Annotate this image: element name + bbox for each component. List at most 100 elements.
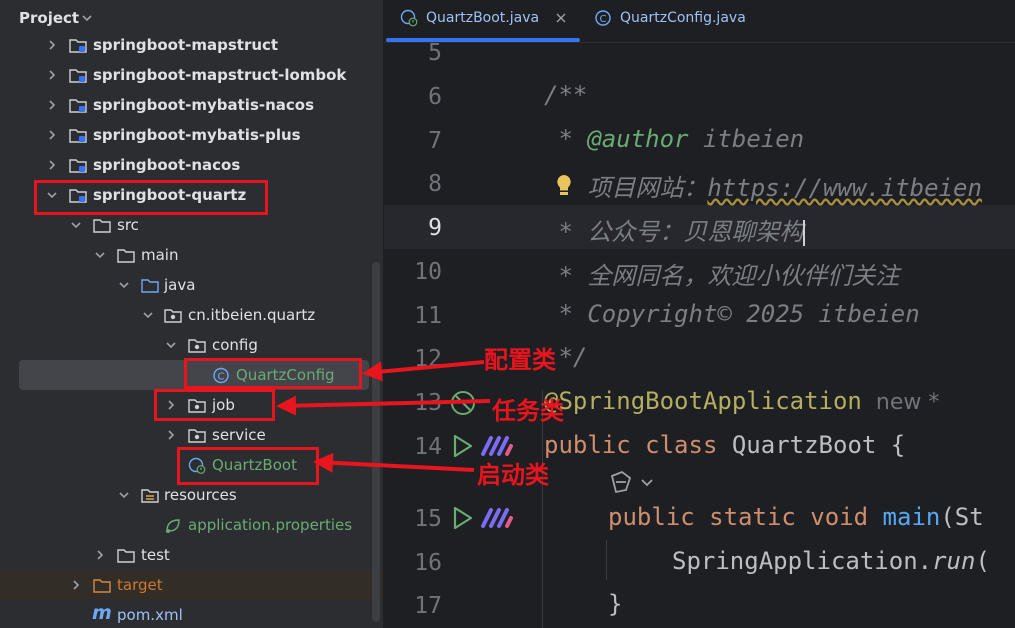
code-line-15[interactable]: public static void main(St — [608, 503, 984, 531]
class-ref: SpringApplication. — [672, 547, 933, 575]
line-number: 17 — [414, 593, 442, 619]
comment-star: * — [544, 262, 588, 290]
tree-item-service[interactable]: service — [0, 420, 383, 450]
tree-item-springboot-mapstruct-lombok[interactable]: springboot-mapstruct-lombok — [0, 60, 383, 90]
line-number-current: 9 — [428, 215, 442, 241]
tree-item-config[interactable]: config — [0, 330, 383, 360]
tree-item-label: pom.xml — [117, 606, 183, 624]
chevron-right-icon[interactable] — [164, 428, 178, 442]
highlight-box-module — [34, 180, 268, 215]
indent-guide — [606, 540, 607, 580]
tree-item-label: main — [141, 246, 179, 264]
chevron-down-icon[interactable] — [80, 11, 94, 25]
line-number: 6 — [428, 84, 442, 110]
comment-text: 公众号：贝恩聊架构 — [587, 218, 804, 246]
chevron-right-icon[interactable] — [45, 38, 59, 52]
code-line-14[interactable]: public class QuartzBoot { — [544, 431, 905, 459]
editor-tab-bar: QuartzBoot.java C QuartzConfig.java — [384, 0, 1015, 43]
tree-item-test[interactable]: test — [0, 540, 383, 570]
brace: { — [876, 431, 906, 459]
highlight-box-config — [184, 358, 362, 389]
method-name: main — [882, 503, 941, 531]
chevron-right-icon[interactable] — [45, 128, 59, 142]
line-number: 15 — [414, 506, 442, 532]
javadoc-text: itbeien — [688, 125, 805, 153]
line-number: 14 — [414, 434, 442, 460]
tree-item-label: target — [117, 576, 163, 594]
folder-icon — [93, 219, 111, 233]
comment-text: 项目网站： — [587, 174, 708, 202]
tree-item-java[interactable]: java — [0, 270, 383, 300]
tree-item-application-properties[interactable]: application.properties — [0, 510, 383, 540]
code-line-6[interactable]: /** — [544, 81, 587, 109]
resources-folder-icon — [141, 489, 159, 503]
project-panel: Project springboot-mapstruct springboot-… — [0, 0, 383, 628]
inlay-hint — [862, 390, 876, 415]
chevron-right-icon[interactable] — [93, 548, 107, 562]
tree-item-springboot-mybatis-plus[interactable]: springboot-mybatis-plus — [0, 120, 383, 150]
highlight-box-job — [154, 389, 275, 421]
code-line-17[interactable]: } — [608, 590, 622, 618]
class-name: QuartzBoot — [731, 431, 877, 459]
source-folder-icon — [141, 279, 159, 293]
module-folder-icon — [69, 69, 87, 83]
code-line-7[interactable]: * @author itbeien — [544, 125, 804, 153]
tree-item-springboot-mybatis-nacos[interactable]: springboot-mybatis-nacos — [0, 90, 383, 120]
text-cursor — [803, 220, 806, 246]
code-line-16[interactable]: SpringApplication.run( — [672, 547, 990, 575]
module-folder-icon — [69, 159, 87, 173]
chevron-right-icon[interactable] — [45, 68, 59, 82]
close-icon[interactable] — [554, 11, 568, 25]
chevron-right-icon[interactable] — [45, 98, 59, 112]
tree-item-label: springboot-mapstruct — [93, 36, 279, 54]
code-line-13[interactable]: @SpringBootApplication new * — [544, 387, 939, 415]
tree-item-label: java — [164, 276, 196, 294]
code-line-10[interactable]: * 全网同名，欢迎小伙伴们关注 — [544, 256, 899, 291]
tab-label: QuartzBoot.java — [426, 10, 540, 26]
chevron-right-icon[interactable] — [45, 158, 59, 172]
tree-item-target[interactable]: target — [0, 570, 383, 600]
comment-star: * — [544, 218, 588, 246]
tree-item-springboot-mapstruct[interactable]: springboot-mapstruct — [0, 30, 383, 60]
line-number: 8 — [428, 171, 442, 197]
tree-item-pom[interactable]: m pom.xml — [0, 600, 383, 628]
chevron-down-icon[interactable] — [69, 218, 83, 232]
chevron-down-icon[interactable] — [93, 248, 107, 262]
tree-item-springboot-nacos[interactable]: springboot-nacos — [0, 150, 383, 180]
tree-item-label: config — [212, 336, 258, 354]
chevron-down-icon[interactable] — [164, 338, 178, 352]
package-icon — [188, 429, 206, 443]
vertical-scrollbar[interactable] — [372, 262, 380, 622]
chevron-down-icon[interactable] — [117, 488, 131, 502]
annotation-boot-label: 启动类 — [477, 461, 549, 489]
code-line-9[interactable]: * 公众号：贝恩聊架构 — [544, 212, 806, 247]
code-line-11[interactable]: * Copyright© 2025 itbeien — [544, 300, 919, 328]
spring-bean-gutter-icon[interactable] — [448, 388, 478, 418]
tree-item-label: springboot-mybatis-plus — [93, 126, 301, 144]
plugin-gutter-icon[interactable] — [480, 506, 514, 530]
run-icon[interactable] — [448, 432, 476, 460]
params: (St — [940, 503, 984, 531]
tab-quartzboot[interactable]: QuartzBoot.java — [400, 0, 580, 42]
chevron-down-icon[interactable] — [117, 278, 131, 292]
comment-star: * — [544, 125, 588, 153]
comment-url[interactable]: https://www.itbeien — [707, 174, 982, 202]
module-folder-icon — [69, 129, 87, 143]
run-icon[interactable] — [448, 504, 476, 532]
tab-quartzconfig[interactable]: C QuartzConfig.java — [594, 0, 774, 42]
tree-item-package[interactable]: cn.itbeien.quartz — [0, 300, 383, 330]
tree-item-main[interactable]: main — [0, 240, 383, 270]
ai-assistant-icon[interactable] — [608, 470, 660, 496]
class-icon: C — [595, 10, 611, 26]
keyword: public static void — [608, 503, 883, 531]
keyword: public class — [544, 431, 732, 459]
code-line-8[interactable]: 项目网站：https://www.itbeien — [544, 168, 982, 203]
tree-item-label: springboot-mybatis-nacos — [93, 96, 315, 114]
chevron-down-icon[interactable] — [141, 308, 155, 322]
excluded-folder-icon — [93, 579, 111, 593]
inlay-hint-text[interactable]: new * — [876, 390, 939, 415]
annotation: @SpringBootApplication — [544, 387, 862, 415]
package-icon — [164, 309, 182, 323]
project-title[interactable]: Project — [19, 9, 79, 27]
chevron-right-icon[interactable] — [69, 578, 83, 592]
